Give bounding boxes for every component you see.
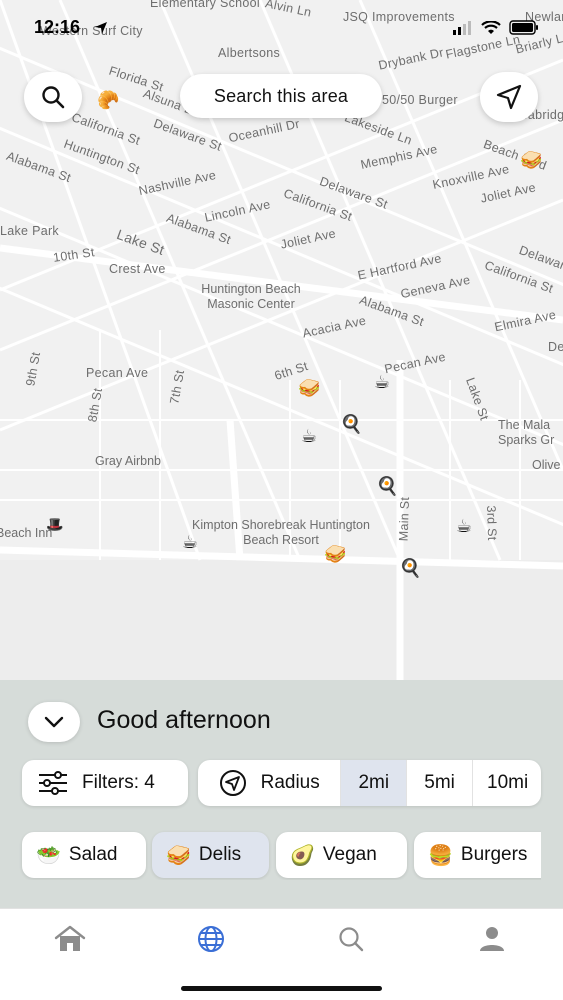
- greeting-title: Good afternoon: [97, 706, 271, 734]
- coffee-pin-icon[interactable]: ☕: [301, 426, 317, 446]
- burger-icon: 🍔: [428, 844, 453, 867]
- cellular-signal-icon: [453, 20, 471, 35]
- filters-button[interactable]: Filters: 4: [22, 760, 188, 806]
- radius-selector: Radius 2mi 5mi 10mi: [198, 760, 541, 806]
- street-label: 50/50 Burger: [382, 93, 458, 107]
- person-icon: [480, 927, 504, 951]
- coffee-pin-icon[interactable]: ☕: [456, 516, 472, 536]
- navigation-arrow-icon: [496, 84, 522, 110]
- croissant-pin-icon[interactable]: 🥐: [97, 90, 119, 110]
- category-chip-vegan[interactable]: 🥑 Vegan: [276, 832, 407, 878]
- coffee-pin-icon[interactable]: ☕: [374, 372, 390, 392]
- poi-label: Huntington Beach Masonic Center: [201, 282, 301, 311]
- radius-option-10mi[interactable]: 10mi: [472, 760, 541, 806]
- hat-pin-icon[interactable]: 🎩: [46, 514, 63, 534]
- globe-icon: [198, 926, 224, 952]
- sandwich-pin-icon[interactable]: 🥪: [324, 544, 346, 564]
- street-label: De: [548, 340, 563, 354]
- sandwich-pin-icon[interactable]: 🥪: [520, 150, 542, 170]
- tab-search[interactable]: [331, 919, 371, 959]
- chevron-down-icon: [44, 716, 64, 728]
- category-label: Salad: [68, 844, 118, 865]
- coffee-pin-icon[interactable]: ☕: [182, 532, 198, 552]
- search-icon: [339, 927, 364, 952]
- poi-label: The Mala Sparks Gr: [498, 418, 555, 447]
- street-label: Crest Ave: [109, 262, 166, 276]
- sandwich-pin-icon[interactable]: 🥪: [298, 378, 320, 398]
- category-label: Vegan: [322, 844, 377, 865]
- status-bar: 12:16: [0, 0, 563, 52]
- radius-option-2mi[interactable]: 2mi: [340, 760, 407, 806]
- avocado-icon: 🥑: [290, 844, 315, 867]
- sandwich-icon: 🥪: [166, 844, 191, 867]
- battery-icon: [509, 20, 538, 35]
- tab-profile[interactable]: [472, 919, 512, 959]
- category-chip-burgers[interactable]: 🍔 Burgers: [414, 832, 541, 878]
- category-chip-salad[interactable]: 🥗 Salad: [22, 832, 146, 878]
- wifi-icon: [481, 20, 501, 34]
- salad-icon: 🥗: [36, 844, 61, 867]
- poi-label: Beach Inn: [0, 526, 53, 540]
- radius-option-5mi[interactable]: 5mi: [406, 760, 472, 806]
- tab-explore[interactable]: [191, 919, 231, 959]
- frying-pan-pin-icon[interactable]: 🍳: [376, 476, 398, 496]
- home-indicator: [181, 986, 382, 991]
- map-search-button[interactable]: [24, 72, 82, 122]
- tab-home[interactable]: [50, 919, 90, 959]
- status-time: 12:16: [34, 17, 81, 37]
- radius-label-segment: Radius: [198, 760, 340, 806]
- category-label: Delis: [198, 844, 242, 865]
- bottom-sheet: Good afternoon Filters: 4 Radius 2mi 5mi…: [0, 680, 563, 908]
- filters-label: Filters: 4: [82, 772, 155, 793]
- street-label: Lake Park: [0, 224, 59, 238]
- sliders-icon: [39, 771, 67, 795]
- street-label: Main St: [396, 496, 413, 542]
- radius-label: Radius: [260, 772, 320, 793]
- category-chip-delis[interactable]: 🥪 Delis: [152, 832, 269, 878]
- locate-me-button[interactable]: [480, 72, 538, 122]
- frying-pan-pin-icon[interactable]: 🍳: [399, 558, 421, 578]
- navigation-circle-icon: [219, 770, 246, 796]
- poi-label: Olive: [532, 458, 561, 472]
- search-icon: [42, 86, 65, 109]
- home-icon: [54, 925, 86, 951]
- poi-label: Gray Airbnb: [95, 454, 162, 468]
- category-chips: 🥗 Salad 🥪 Delis 🥑 Vegan 🍔 Burgers: [0, 830, 541, 880]
- collapse-sheet-button[interactable]: [28, 702, 80, 742]
- street-label: 3rd St: [483, 505, 500, 541]
- search-this-area-button[interactable]: Search this area: [180, 74, 382, 118]
- category-label: Burgers: [460, 844, 528, 865]
- frying-pan-pin-icon[interactable]: 🍳: [340, 414, 362, 434]
- location-arrow-icon: [95, 22, 107, 34]
- street-label: Pecan Ave: [86, 366, 149, 380]
